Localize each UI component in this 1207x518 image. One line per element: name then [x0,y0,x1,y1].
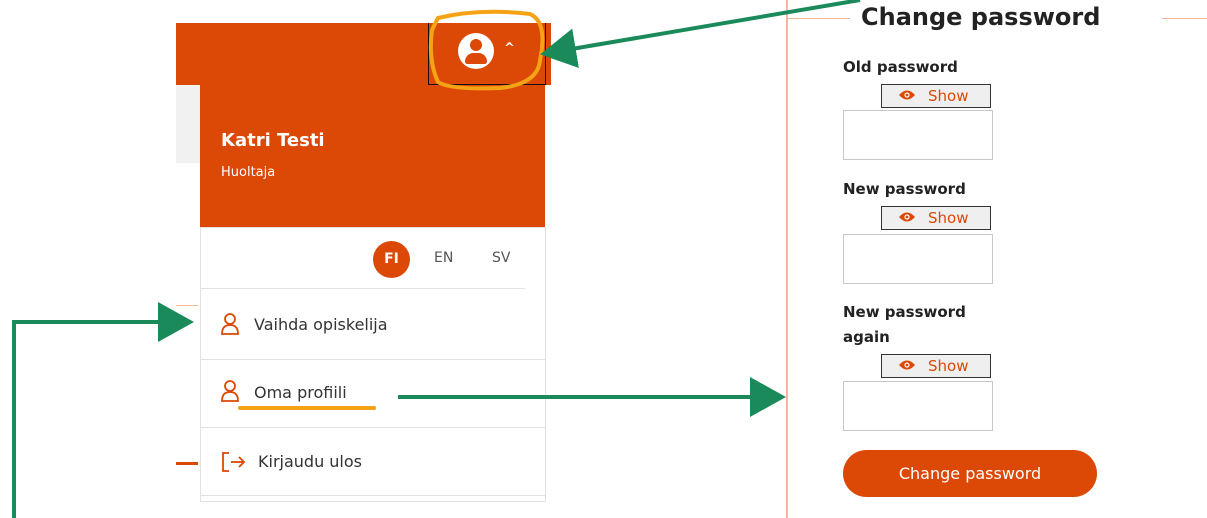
person-outline-icon [221,380,239,402]
divider [176,305,198,306]
menu-item-label: Kirjaudu ulos [258,452,362,471]
fieldset-border [1162,18,1207,19]
background-tab [176,85,200,163]
logout-icon [222,452,246,472]
menu-item-own-profile[interactable] [200,360,546,428]
eye-icon [899,360,915,370]
show-label: Show [928,209,969,227]
language-switcher [200,227,525,289]
form-title: Change password [861,3,1101,31]
person-outline-icon [221,313,239,335]
new-password-label: New password [843,180,966,198]
menu-item-label: Vaihda opiskelija [254,315,388,334]
fieldset-border [788,18,850,19]
divider [176,462,198,465]
fieldset-border [786,0,788,518]
eye-icon [899,90,915,100]
new-password-again-input[interactable] [843,381,993,431]
user-circle-icon[interactable] [458,33,494,69]
old-password-input[interactable] [843,110,993,160]
profile-card [200,85,545,227]
user-name: Katri Testi [221,130,325,151]
eye-icon [899,212,915,222]
chevron-up-icon[interactable]: ^ [504,41,515,56]
old-password-label: Old password [843,58,958,76]
show-label: Show [928,87,969,105]
user-role: Huoltaja [221,165,276,180]
new-password-input[interactable] [843,234,993,284]
show-old-password-button[interactable]: Show [881,84,991,108]
menu-item-logout[interactable] [200,428,546,496]
language-en-button[interactable]: EN [434,250,453,266]
new-password-again-label: again [843,328,890,346]
show-label: Show [928,357,969,375]
menu-item-label: Oma profiili [254,383,347,402]
show-new-password-again-button[interactable]: Show [881,354,991,378]
new-password-again-label: New password [843,303,966,321]
language-fi-button[interactable]: FI [373,241,410,278]
annotation-arrow [540,0,861,69]
annotation-arrow [12,302,194,518]
change-password-button[interactable]: Change password [843,450,1097,497]
show-new-password-button[interactable]: Show [881,206,991,230]
language-sv-button[interactable]: SV [492,250,510,266]
